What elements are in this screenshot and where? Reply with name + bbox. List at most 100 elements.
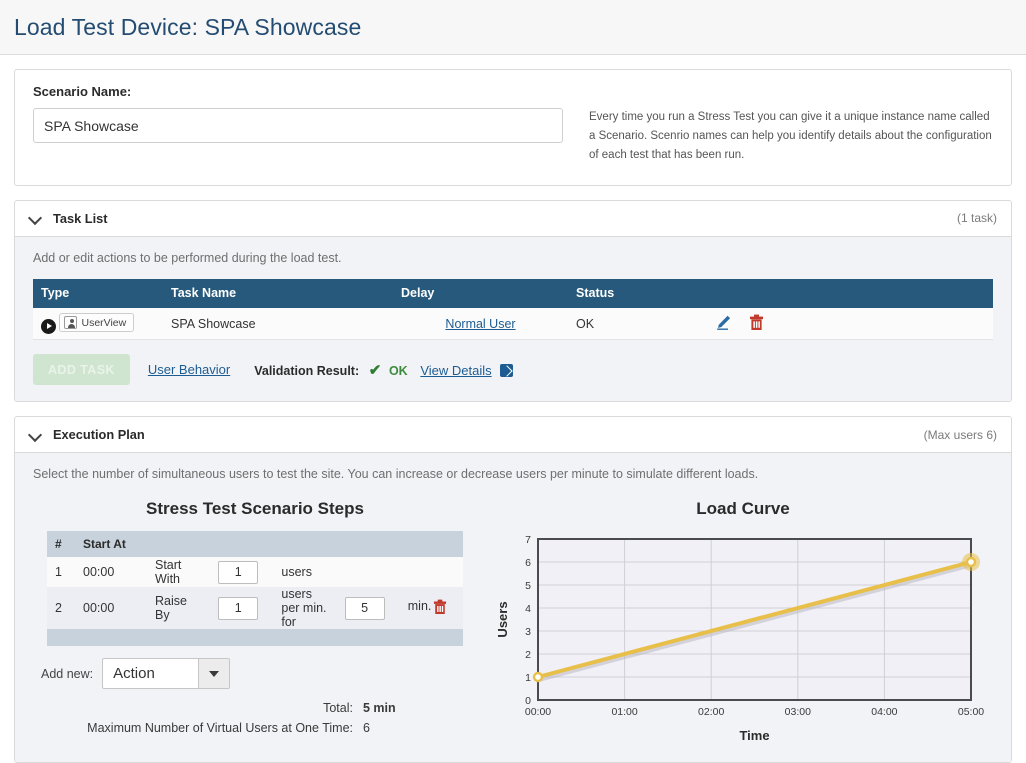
chart-x-tick-label: 04:00 xyxy=(871,706,897,718)
chart-x-axis-label: Time xyxy=(739,728,769,743)
column-header-actions xyxy=(693,278,993,308)
chevron-down-icon xyxy=(29,428,43,442)
total-label: Total: xyxy=(323,701,353,716)
steps-filler-cell xyxy=(47,629,463,647)
load-curve-title: Load Curve xyxy=(696,499,790,519)
steps-column-blank xyxy=(147,531,463,558)
scenario-panel: Scenario Name: Every time you run a Stre… xyxy=(14,69,1012,186)
task-actions-cell xyxy=(693,307,993,341)
task-list-title: Task List xyxy=(53,210,108,226)
chart-y-tick-label: 7 xyxy=(525,534,531,546)
start-with-users-input[interactable] xyxy=(218,560,259,584)
task-list-description: Add or edit actions to be performed duri… xyxy=(33,250,342,265)
add-new-selected-value: Action xyxy=(113,665,155,683)
task-delay-link[interactable]: Normal User xyxy=(445,317,515,331)
task-list-header[interactable]: Task List (1 task) xyxy=(15,200,1011,237)
step-start-at: 00:00 xyxy=(75,557,147,588)
external-link-icon[interactable] xyxy=(500,363,514,377)
step-start-at: 00:00 xyxy=(75,587,147,630)
task-type-badge: UserView xyxy=(59,313,135,333)
load-curve-column: Load Curve 0 1 2 3 4 5 6 7 00:00 01:00 02:00 03:00 0… xyxy=(493,495,993,746)
chart-y-tick-label: 3 xyxy=(525,626,531,638)
chart-x-tick-label: 01:00 xyxy=(611,706,637,718)
delete-step-button[interactable] xyxy=(433,599,447,618)
scenario-steps-column: Stress Test Scenario Steps # Start At 1 … xyxy=(33,495,477,746)
scenario-left: Scenario Name: xyxy=(33,84,563,165)
steps-column-start-at: Start At xyxy=(75,531,147,558)
steps-column-number: # xyxy=(47,531,75,558)
task-status-cell: OK xyxy=(568,307,693,341)
column-header-task-name: Task Name xyxy=(163,278,393,308)
task-list-panel: Task List (1 task) Add or edit actions t… xyxy=(14,199,1012,403)
chevron-down-icon[interactable] xyxy=(198,659,230,689)
step-unit2 xyxy=(399,557,463,588)
max-virtual-users-row: Maximum Number of Virtual Users at One T… xyxy=(33,721,477,735)
step-value2-cell xyxy=(336,587,400,630)
checkmark-icon: ✔ xyxy=(368,361,382,379)
page-header: Load Test Device: SPA Showcase xyxy=(0,0,1026,55)
pencil-icon xyxy=(717,315,731,330)
add-task-button[interactable]: ADD TASK xyxy=(33,354,130,386)
execution-plan-title: Execution Plan xyxy=(53,427,145,443)
scenario-name-input[interactable] xyxy=(33,108,563,143)
step-unit2: min. xyxy=(407,598,432,613)
chart-x-tick-label: 00:00 xyxy=(525,706,551,718)
user-behavior-link[interactable]: User Behavior xyxy=(148,362,230,377)
task-table: Type Task Name Delay Status UserView SPA… xyxy=(33,278,993,341)
scenario-steps-wrap: # Start At 1 00:00 Start With 1 users 2 … xyxy=(33,531,477,647)
task-list-body: Add or edit actions to be performed duri… xyxy=(15,236,1011,402)
chart-y-tick-label: 4 xyxy=(525,603,531,615)
chart-x-tick-label: 03:00 xyxy=(785,706,811,718)
raise-duration-input[interactable] xyxy=(344,596,385,620)
step-value2-cell xyxy=(336,557,400,588)
validation-group: Validation Result: ✔ OK View Details xyxy=(248,361,514,379)
add-new-label: Add new: xyxy=(41,666,94,681)
add-new-select[interactable]: Action xyxy=(102,658,231,690)
view-details-link[interactable]: View Details xyxy=(420,363,491,378)
steps-table-body: 1 00:00 Start With users xyxy=(47,557,463,647)
scenario-steps-table: # Start At 1 00:00 Start With 1 users 2 … xyxy=(47,531,463,647)
execution-plan-header[interactable]: Execution Plan (Max users 6) xyxy=(15,417,1011,454)
scenario-panel-body: Scenario Name: Every time you run a Stre… xyxy=(15,70,1011,185)
execution-plan-panel: Execution Plan (Max users 6) Select the … xyxy=(14,416,1012,763)
step-action-label: Raise By xyxy=(147,587,211,630)
scenario-help-text: Every time you run a Stress Test you can… xyxy=(589,111,992,161)
execution-plan-description: Select the number of simultaneous users … xyxy=(33,467,759,482)
scenario-steps-title: Stress Test Scenario Steps xyxy=(146,499,364,519)
max-virtual-users-value: 6 xyxy=(363,721,370,736)
column-header-type: Type xyxy=(33,278,163,308)
total-value: 5 min xyxy=(363,701,396,716)
max-virtual-users-label: Maximum Number of Virtual Users at One T… xyxy=(87,721,353,736)
chart-y-axis-label: Users xyxy=(495,602,510,638)
chart-y-tick-label: 2 xyxy=(525,649,531,661)
steps-header-row: # Start At xyxy=(47,531,463,558)
table-row: UserView SPA Showcase Normal User OK xyxy=(33,307,993,341)
chart-data-marker xyxy=(965,557,977,568)
task-count-label: (1 task) xyxy=(956,211,997,226)
delete-task-button[interactable] xyxy=(749,314,764,334)
scenario-name-label: Scenario Name: xyxy=(33,84,132,99)
step-action-label: Start With xyxy=(147,557,211,588)
task-table-header-row: Type Task Name Delay Status xyxy=(33,278,993,308)
chart-y-tick-label: 5 xyxy=(525,580,531,592)
edit-task-button[interactable] xyxy=(715,314,732,334)
task-type-badge-label: UserView xyxy=(81,316,127,329)
trash-icon xyxy=(433,599,447,614)
raise-by-users-input[interactable] xyxy=(218,596,259,620)
chart-y-tick-label: 6 xyxy=(525,557,531,569)
step-number: 2 xyxy=(47,587,75,630)
max-users-label: (Max users 6) xyxy=(923,427,997,442)
task-table-head: Type Task Name Delay Status xyxy=(33,278,993,308)
column-header-delay: Delay xyxy=(393,278,568,308)
add-new-row: Add new: Action xyxy=(41,658,477,690)
expand-row-icon[interactable] xyxy=(41,318,56,334)
load-curve-chart: 0123456700:00 01:00 02:00 03:00 04:00 05:00Ti… xyxy=(495,534,984,743)
task-table-body: UserView SPA Showcase Normal User OK xyxy=(33,307,993,341)
column-header-status: Status xyxy=(568,278,693,308)
task-actions-bar: ADD TASK User Behavior Validation Result… xyxy=(33,354,993,386)
total-row: Total: 5 min xyxy=(33,701,477,715)
chevron-down-icon xyxy=(29,211,43,225)
totals-block: Total: 5 min Maximum Number of Virtual U… xyxy=(33,701,477,735)
task-type-inner: UserView xyxy=(41,313,155,334)
step-value1-cell xyxy=(210,557,274,588)
